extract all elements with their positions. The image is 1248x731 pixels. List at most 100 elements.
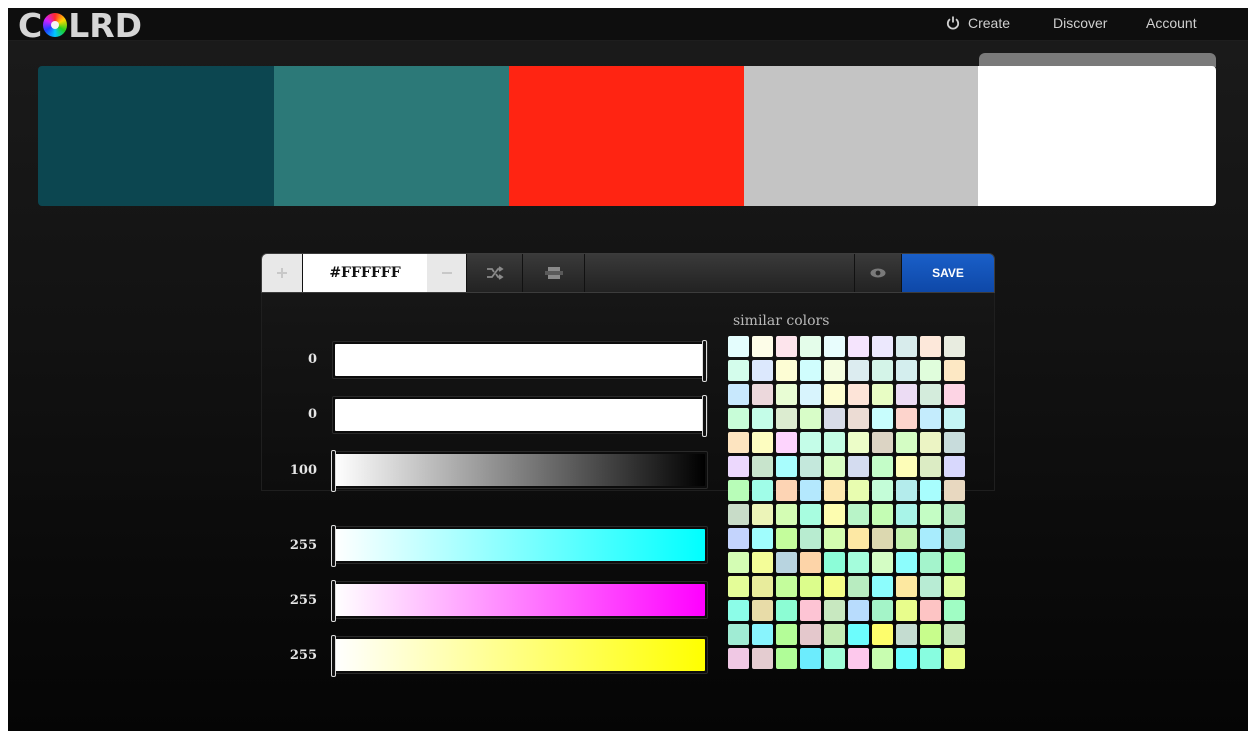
similar-color-swatch[interactable] — [800, 456, 821, 477]
similar-color-swatch[interactable] — [728, 600, 749, 621]
similar-color-swatch[interactable] — [776, 624, 797, 645]
similar-color-swatch[interactable] — [848, 384, 869, 405]
similar-color-swatch[interactable] — [752, 552, 773, 573]
hue-slider[interactable] — [332, 340, 708, 382]
similar-color-swatch[interactable] — [752, 504, 773, 525]
green-slider-handle[interactable] — [331, 580, 336, 622]
similar-color-swatch[interactable] — [848, 456, 869, 477]
red-slider[interactable] — [331, 525, 708, 567]
save-button[interactable]: SAVE — [902, 254, 994, 292]
similar-color-swatch[interactable] — [752, 360, 773, 381]
similar-color-swatch[interactable] — [920, 480, 941, 501]
similar-color-swatch[interactable] — [824, 360, 845, 381]
similar-color-swatch[interactable] — [944, 336, 965, 357]
palette-swatch[interactable] — [509, 66, 744, 206]
similar-color-swatch[interactable] — [896, 456, 917, 477]
similar-color-swatch[interactable] — [944, 576, 965, 597]
similar-color-swatch[interactable] — [824, 648, 845, 669]
similar-color-swatch[interactable] — [944, 456, 965, 477]
similar-color-swatch[interactable] — [800, 552, 821, 573]
blue-slider-handle[interactable] — [331, 635, 336, 677]
similar-color-swatch[interactable] — [944, 384, 965, 405]
similar-color-swatch[interactable] — [800, 504, 821, 525]
similar-color-swatch[interactable] — [944, 360, 965, 381]
similar-color-swatch[interactable] — [752, 528, 773, 549]
similar-color-swatch[interactable] — [800, 384, 821, 405]
similar-color-swatch[interactable] — [800, 480, 821, 501]
similar-color-swatch[interactable] — [872, 624, 893, 645]
similar-color-swatch[interactable] — [944, 432, 965, 453]
similar-color-swatch[interactable] — [848, 480, 869, 501]
similar-color-swatch[interactable] — [824, 408, 845, 429]
green-slider[interactable] — [331, 580, 708, 622]
shuffle-button[interactable] — [467, 254, 523, 292]
similar-color-swatch[interactable] — [872, 336, 893, 357]
similar-color-swatch[interactable] — [800, 576, 821, 597]
similar-color-swatch[interactable] — [824, 576, 845, 597]
similar-color-swatch[interactable] — [920, 528, 941, 549]
similar-color-swatch[interactable] — [920, 576, 941, 597]
similar-color-swatch[interactable] — [896, 336, 917, 357]
similar-color-swatch[interactable] — [920, 360, 941, 381]
similar-color-swatch[interactable] — [872, 576, 893, 597]
similar-color-swatch[interactable] — [800, 624, 821, 645]
similar-color-swatch[interactable] — [824, 600, 845, 621]
similar-color-swatch[interactable] — [872, 480, 893, 501]
similar-color-swatch[interactable] — [920, 456, 941, 477]
similar-color-swatch[interactable] — [776, 552, 797, 573]
similar-color-swatch[interactable] — [896, 360, 917, 381]
similar-color-swatch[interactable] — [920, 504, 941, 525]
similar-color-swatch[interactable] — [944, 528, 965, 549]
similar-color-swatch[interactable] — [776, 408, 797, 429]
similar-color-swatch[interactable] — [848, 600, 869, 621]
similar-color-swatch[interactable] — [728, 504, 749, 525]
similar-color-swatch[interactable] — [872, 528, 893, 549]
similar-color-swatch[interactable] — [800, 336, 821, 357]
similar-color-swatch[interactable] — [824, 432, 845, 453]
similar-color-swatch[interactable] — [776, 480, 797, 501]
similar-color-swatch[interactable] — [848, 336, 869, 357]
similar-color-swatch[interactable] — [800, 432, 821, 453]
swap-button[interactable] — [523, 254, 585, 292]
similar-color-swatch[interactable] — [848, 408, 869, 429]
similar-color-swatch[interactable] — [728, 480, 749, 501]
brightness-slider-handle[interactable] — [331, 450, 336, 492]
palette-swatch[interactable] — [38, 66, 274, 206]
similar-color-swatch[interactable] — [872, 648, 893, 669]
similar-color-swatch[interactable] — [944, 552, 965, 573]
similar-color-swatch[interactable] — [824, 528, 845, 549]
similar-color-swatch[interactable] — [920, 624, 941, 645]
similar-color-swatch[interactable] — [776, 456, 797, 477]
similar-color-swatch[interactable] — [872, 432, 893, 453]
nav-discover[interactable]: Discover — [1053, 15, 1107, 31]
similar-color-swatch[interactable] — [920, 600, 941, 621]
similar-color-swatch[interactable] — [728, 336, 749, 357]
similar-color-swatch[interactable] — [944, 480, 965, 501]
similar-color-swatch[interactable] — [752, 336, 773, 357]
similar-color-swatch[interactable] — [776, 504, 797, 525]
similar-color-swatch[interactable] — [752, 408, 773, 429]
similar-color-swatch[interactable] — [800, 408, 821, 429]
similar-color-swatch[interactable] — [896, 480, 917, 501]
similar-color-swatch[interactable] — [824, 624, 845, 645]
similar-color-swatch[interactable] — [872, 360, 893, 381]
similar-color-swatch[interactable] — [896, 528, 917, 549]
similar-color-swatch[interactable] — [848, 360, 869, 381]
similar-color-swatch[interactable] — [728, 624, 749, 645]
similar-color-swatch[interactable] — [728, 528, 749, 549]
palette-swatch[interactable] — [978, 66, 1216, 206]
similar-color-swatch[interactable] — [776, 648, 797, 669]
hue-slider-handle[interactable] — [702, 340, 707, 382]
similar-color-swatch[interactable] — [776, 600, 797, 621]
similar-color-swatch[interactable] — [944, 408, 965, 429]
similar-color-swatch[interactable] — [824, 336, 845, 357]
similar-color-swatch[interactable] — [728, 408, 749, 429]
similar-color-swatch[interactable] — [896, 408, 917, 429]
similar-color-swatch[interactable] — [920, 432, 941, 453]
hex-input[interactable] — [303, 254, 427, 292]
similar-color-swatch[interactable] — [872, 504, 893, 525]
similar-color-swatch[interactable] — [752, 456, 773, 477]
similar-color-swatch[interactable] — [848, 432, 869, 453]
similar-color-swatch[interactable] — [728, 576, 749, 597]
similar-color-swatch[interactable] — [776, 360, 797, 381]
